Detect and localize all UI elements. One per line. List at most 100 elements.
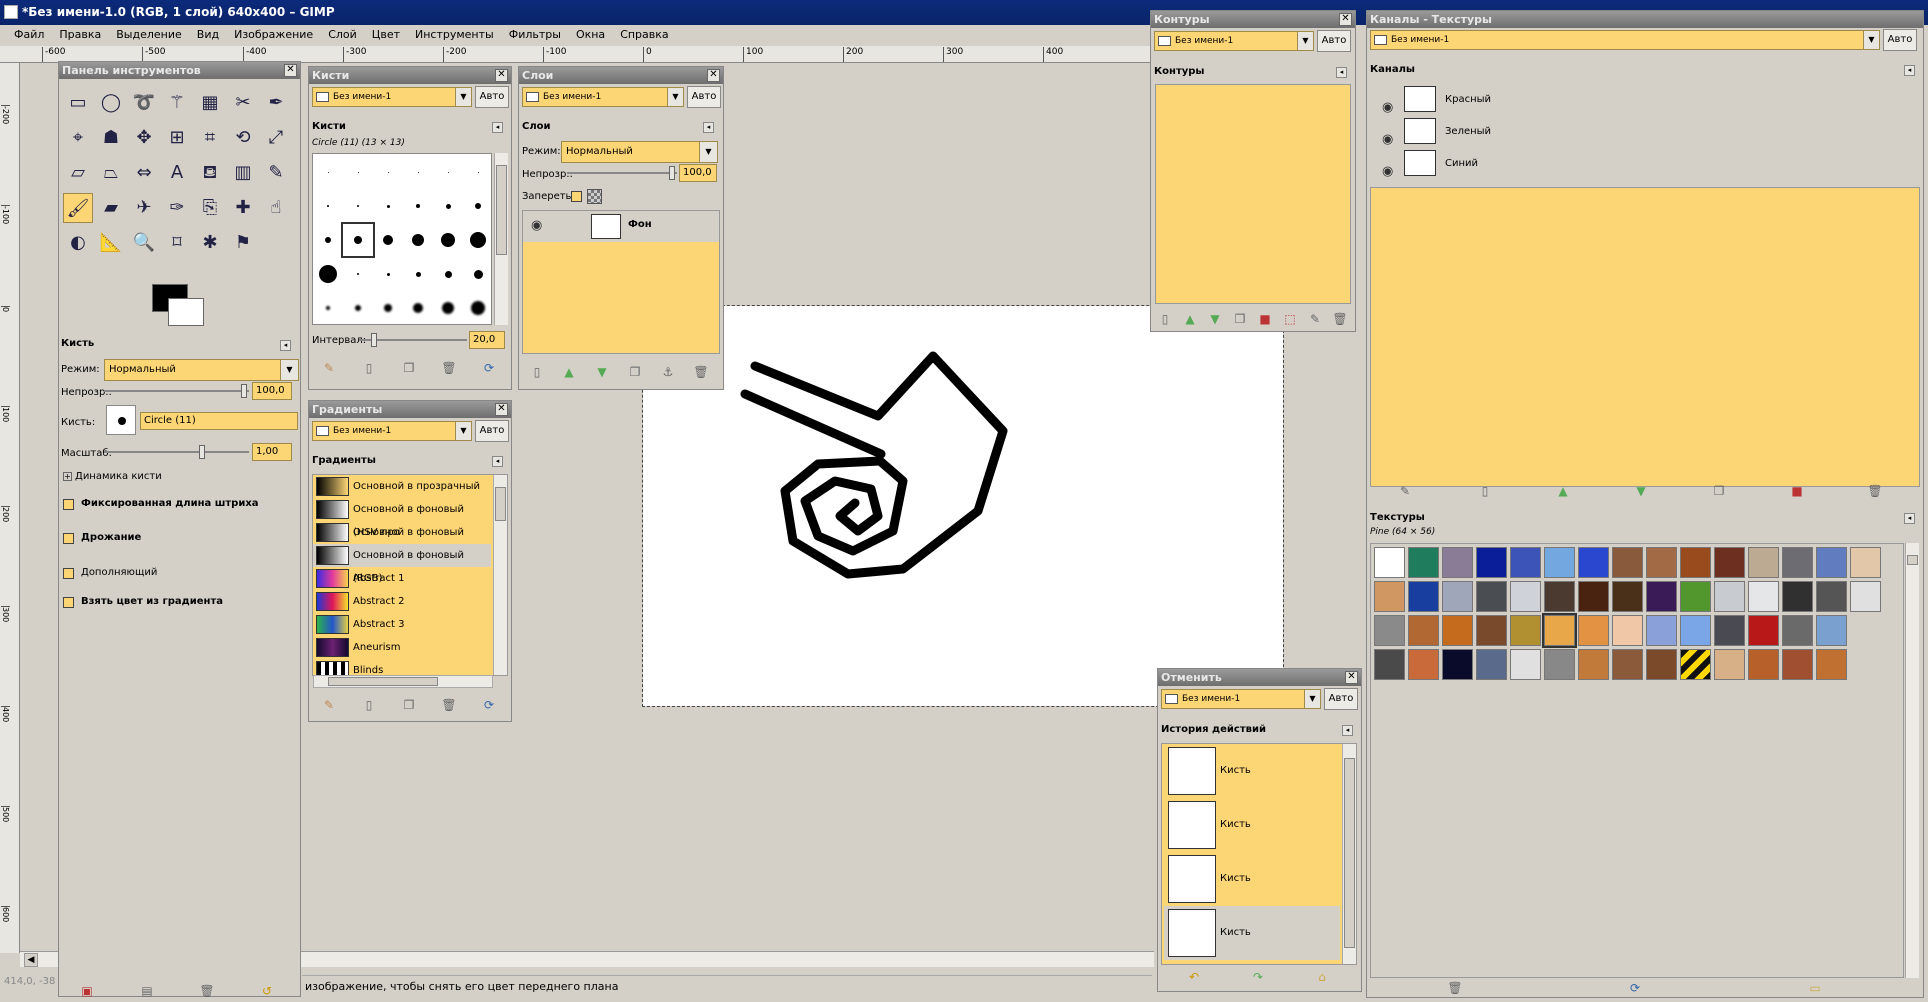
new-path-icon[interactable]: ▯ <box>1157 311 1173 327</box>
texture-swatch[interactable] <box>1782 581 1813 612</box>
rect-select-icon[interactable]: ▭ <box>63 88 93 118</box>
new-layer-icon[interactable]: ▯ <box>529 364 545 380</box>
menu-colors[interactable]: Цвет <box>365 25 408 46</box>
duplicate-gradient-icon[interactable]: ❐ <box>401 697 417 713</box>
brush-item[interactable] <box>343 156 373 188</box>
dodge-icon[interactable]: ◐ <box>63 228 93 258</box>
image-selector[interactable]: Без имени-1 ▼ <box>1161 689 1321 709</box>
warp-icon[interactable]: ✱ <box>195 228 225 258</box>
texture-swatch[interactable] <box>1782 615 1813 646</box>
bucket-fill-icon[interactable]: ⛾ <box>195 158 225 188</box>
texture-swatch[interactable] <box>1442 615 1473 646</box>
undo-scrollbar[interactable] <box>1342 744 1356 964</box>
move-icon[interactable]: ✥ <box>129 123 159 153</box>
gradient-item[interactable]: Основной в фоновый (HSV про <box>313 498 491 538</box>
ink-icon[interactable]: ✑ <box>162 193 192 223</box>
texture-swatch[interactable] <box>1408 581 1439 612</box>
close-icon[interactable]: ✕ <box>495 69 508 82</box>
texture-swatch[interactable] <box>1714 649 1745 680</box>
brush-item[interactable] <box>403 258 433 290</box>
brush-item[interactable] <box>463 190 493 222</box>
menu-edit[interactable]: Правка <box>52 25 109 46</box>
brush-item[interactable] <box>373 190 403 222</box>
save-options-icon[interactable]: ▣ <box>79 983 95 999</box>
jitter-checkbox[interactable] <box>63 533 74 544</box>
scissors-icon[interactable]: ✂ <box>228 88 258 118</box>
brush-item[interactable] <box>433 292 463 324</box>
gradients-hscroll[interactable] <box>313 675 493 688</box>
texture-swatch[interactable] <box>1476 547 1507 578</box>
texture-swatch[interactable] <box>1578 649 1609 680</box>
history-row[interactable]: Кисть <box>1164 852 1340 906</box>
texture-swatch[interactable] <box>1408 649 1439 680</box>
brush-item[interactable] <box>313 224 343 256</box>
brush-item[interactable] <box>313 292 343 324</box>
texture-swatch[interactable] <box>1612 649 1643 680</box>
fixed-length-checkbox[interactable] <box>63 499 74 510</box>
brush-item[interactable] <box>463 258 493 290</box>
edit-gradient-icon[interactable]: ✎ <box>321 697 337 713</box>
brush-item[interactable] <box>373 224 403 256</box>
paths-list[interactable] <box>1155 84 1351 304</box>
anchor-layer-icon[interactable]: ⚓ <box>660 364 676 380</box>
text-icon[interactable]: A <box>162 158 192 188</box>
auto-button[interactable]: Авто <box>1317 30 1351 52</box>
clone-icon[interactable]: ⎘ <box>195 193 225 223</box>
brush-item[interactable] <box>463 292 493 324</box>
texture-swatch[interactable] <box>1612 547 1643 578</box>
heal-icon[interactable]: ✚ <box>228 193 258 223</box>
delete-brush-icon[interactable]: 🗑 <box>441 360 457 376</box>
lasso-icon[interactable]: ➰ <box>129 88 159 118</box>
brush-item[interactable] <box>433 190 463 222</box>
stamp-icon[interactable]: ⚑ <box>228 228 258 258</box>
spacing-field[interactable]: 20,0 <box>469 331 505 349</box>
configure-tab-icon[interactable]: ◂ <box>280 340 291 351</box>
texture-swatch[interactable] <box>1510 581 1541 612</box>
texture-swatch[interactable] <box>1442 581 1473 612</box>
configure-tab-icon[interactable]: ◂ <box>1904 65 1915 76</box>
perspective-icon[interactable]: ⏢ <box>96 158 126 188</box>
refresh-gradients-icon[interactable]: ⟳ <box>481 697 497 713</box>
brush-item[interactable] <box>313 190 343 222</box>
redo-icon[interactable]: ↷ <box>1250 969 1266 985</box>
configure-tab-icon[interactable]: ◂ <box>492 122 503 133</box>
gradient-item[interactable]: Основной в прозрачный <box>313 475 491 498</box>
texture-swatch[interactable] <box>1748 581 1779 612</box>
texture-swatch[interactable] <box>1816 649 1847 680</box>
brush-item[interactable] <box>403 224 433 256</box>
texture-swatch[interactable] <box>1646 581 1677 612</box>
delete-channel-icon[interactable]: 🗑 <box>1867 483 1883 499</box>
refresh-brushes-icon[interactable]: ⟳ <box>481 360 497 376</box>
scale-icon[interactable]: ⤢ <box>261 123 291 153</box>
clear-history-icon[interactable]: ⌂ <box>1314 969 1330 985</box>
brush-grid[interactable] <box>312 153 492 325</box>
color-picker-icon[interactable]: ⌖ <box>63 123 93 153</box>
texture-swatch[interactable] <box>1646 649 1677 680</box>
menu-tools[interactable]: Инструменты <box>408 25 502 46</box>
gradient-item[interactable]: Aneurism <box>313 636 491 659</box>
texture-swatch[interactable] <box>1374 581 1405 612</box>
texture-swatch[interactable] <box>1476 615 1507 646</box>
texture-swatch[interactable] <box>1748 547 1779 578</box>
texture-swatch[interactable] <box>1476 581 1507 612</box>
image-selector[interactable]: Без имени-1 ▼ <box>522 87 684 107</box>
texture-swatch[interactable] <box>1646 547 1677 578</box>
texture-swatch[interactable] <box>1680 649 1711 680</box>
texture-swatch[interactable] <box>1408 547 1439 578</box>
brush-item[interactable] <box>433 258 463 290</box>
image-selector[interactable]: Без имени-1 ▼ <box>312 421 472 441</box>
texture-swatch[interactable] <box>1510 649 1541 680</box>
brush-item[interactable] <box>343 258 373 290</box>
history-row[interactable]: Кисть <box>1164 798 1340 852</box>
foreground-select-icon[interactable]: ☗ <box>96 123 126 153</box>
texture-swatch[interactable] <box>1816 581 1847 612</box>
history-row-current[interactable]: Кисть <box>1164 906 1340 960</box>
crop-icon[interactable]: ⌗ <box>195 123 225 153</box>
lock-alpha-icon[interactable] <box>587 189 602 204</box>
close-icon[interactable]: ✕ <box>707 69 720 82</box>
layer-opacity-field[interactable]: 100,0 <box>679 164 717 182</box>
texture-swatch[interactable] <box>1748 649 1779 680</box>
brush-item[interactable] <box>433 156 463 188</box>
menu-select[interactable]: Выделение <box>109 25 190 46</box>
restore-options-icon[interactable]: ▤ <box>139 983 155 999</box>
